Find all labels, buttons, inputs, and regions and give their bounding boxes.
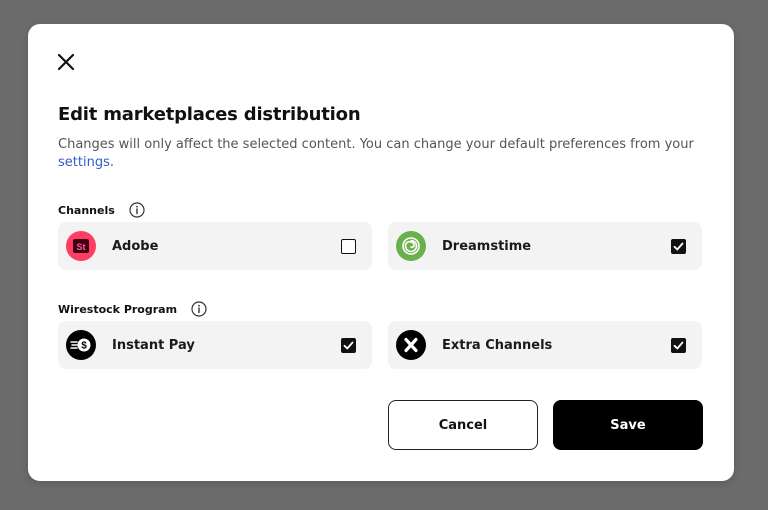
extra-channels-checkbox[interactable]	[671, 337, 686, 353]
dreamstime-spiral-icon	[396, 231, 426, 261]
modal-title: Edit marketplaces distribution	[58, 104, 361, 125]
program-card-instant-pay[interactable]: $ Instant Pay	[58, 321, 372, 369]
adobe-checkbox[interactable]	[341, 238, 356, 254]
channel-card-adobe[interactable]: St Adobe	[58, 222, 372, 270]
checkmark-icon	[343, 341, 354, 349]
program-label-text: Extra Channels	[442, 337, 553, 353]
channels-section-label: Channels	[58, 202, 145, 218]
cancel-button[interactable]: Cancel	[388, 400, 538, 450]
channel-label: Dreamstime	[442, 238, 532, 254]
close-button[interactable]	[54, 50, 78, 74]
checkmark-icon	[673, 341, 684, 349]
dreamstime-checkbox[interactable]	[671, 238, 686, 254]
checkmark-icon	[673, 242, 684, 250]
program-card-extra-channels[interactable]: Extra Channels	[388, 321, 702, 369]
svg-text:$: $	[81, 341, 87, 352]
instant-pay-checkbox[interactable]	[341, 337, 356, 353]
info-icon[interactable]	[129, 202, 145, 218]
channels-label: Channels	[58, 203, 115, 217]
instant-pay-icon: $	[66, 330, 96, 360]
subtitle-period: .	[109, 155, 114, 170]
edit-marketplaces-modal: Edit marketplaces distribution Changes w…	[28, 24, 734, 481]
settings-link[interactable]: settings	[58, 155, 110, 170]
extra-channels-x-icon	[396, 330, 426, 360]
info-icon[interactable]	[191, 301, 207, 317]
subtitle-text: Changes will only affect the selected co…	[58, 137, 694, 152]
channel-label: Adobe	[112, 238, 159, 254]
adobe-stock-icon: St	[66, 231, 96, 261]
modal-subtitle: Changes will only affect the selected co…	[58, 136, 698, 172]
program-section-label: Wirestock Program	[58, 301, 207, 317]
svg-text:St: St	[77, 242, 86, 252]
channel-card-dreamstime[interactable]: Dreamstime	[388, 222, 702, 270]
program-label: Wirestock Program	[58, 302, 178, 316]
close-icon	[57, 53, 75, 71]
program-label-text: Instant Pay	[112, 337, 195, 353]
save-button[interactable]: Save	[553, 400, 703, 450]
